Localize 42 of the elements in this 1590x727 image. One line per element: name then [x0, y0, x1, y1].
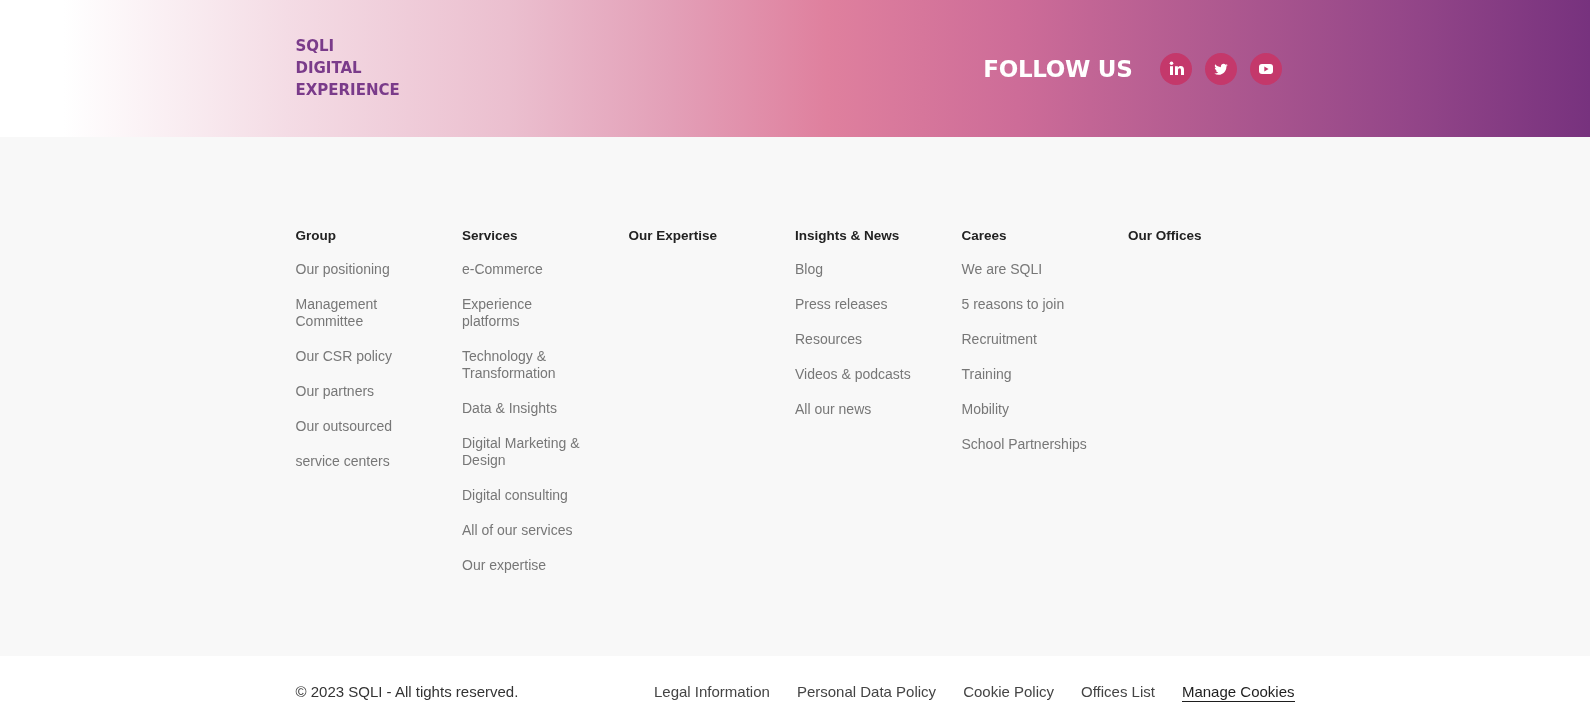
linkedin-icon[interactable] [1159, 52, 1192, 85]
footer-link[interactable]: Blog [795, 261, 824, 278]
column-heading: Services [462, 227, 518, 244]
column-heading: Carees [961, 227, 1007, 244]
legal-link[interactable]: Personal Data Policy [796, 682, 937, 701]
manage-cookies-button[interactable]: Manage Cookies [1181, 681, 1295, 702]
footer-link[interactable]: All our news [795, 401, 872, 418]
footer-link[interactable]: All of our services [462, 522, 573, 539]
footer-link[interactable]: Our outsourced [295, 418, 392, 435]
footer-link[interactable]: Resources [795, 331, 862, 348]
footer-link[interactable]: Our CSR policy [295, 348, 392, 365]
column-heading: Insights & News [795, 227, 900, 244]
footer-link[interactable]: Mobility [961, 401, 1009, 418]
youtube-icon[interactable] [1249, 52, 1282, 85]
footer-link[interactable]: e-Commerce [462, 261, 543, 278]
footer-link[interactable]: Digital consulting [462, 487, 568, 504]
footer-link[interactable]: Recruitment [961, 331, 1037, 348]
footer-link[interactable]: Digital Marketing & Design [462, 435, 590, 469]
legal-link[interactable]: Offices List [1081, 682, 1155, 701]
footer-link[interactable]: Our expertise [462, 557, 547, 574]
legal-link[interactable]: Legal Information [654, 682, 770, 701]
footer-link[interactable]: School Partnerships [961, 436, 1087, 453]
footer-link[interactable]: We are SQLI [961, 261, 1043, 278]
footer-link[interactable]: Training [961, 366, 1012, 383]
footer-link[interactable]: Videos & podcasts [795, 366, 911, 383]
twitter-icon[interactable] [1204, 52, 1237, 85]
footer-link[interactable]: 5 reasons to join [961, 296, 1065, 313]
copyright-text: © 2023 SQLI - All tights reserved. [295, 683, 519, 700]
follow-us-heading: FOLLOW US [983, 54, 1133, 83]
footer-link[interactable]: service centers [295, 453, 390, 470]
footer-link[interactable]: Technology & Transformation [462, 348, 590, 382]
column-heading: Group [295, 227, 336, 244]
footer-link[interactable]: Our partners [295, 383, 375, 400]
footer-link[interactable]: Press releases [795, 296, 888, 313]
footer-link[interactable]: Data & Insights [462, 400, 557, 417]
footer-link[interactable]: Management Committee [295, 296, 424, 330]
column-heading: Our Offices [1128, 227, 1202, 244]
legal-link[interactable]: Cookie Policy [963, 682, 1054, 701]
footer-link[interactable]: Our positioning [295, 261, 390, 278]
footer-link[interactable]: Experience platforms [462, 296, 590, 330]
logo-text: SQLI DIGITAL EXPERIENCE [295, 35, 400, 101]
column-heading: Our Expertise [628, 227, 718, 244]
